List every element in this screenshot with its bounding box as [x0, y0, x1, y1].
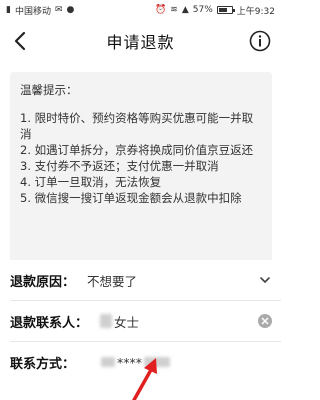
cellular-icon: ▲	[181, 4, 189, 15]
refund-reason-row[interactable]: 退款原因： 不想要了	[0, 260, 281, 300]
blurred-name	[100, 314, 113, 328]
tips-item: 2. 如遇订单拆分，京券将换成同价值京豆返还	[20, 143, 254, 157]
status-left: ▮ 中国移动 ✉ ●	[6, 4, 74, 17]
refund-reason-label: 退款原因：	[10, 274, 76, 290]
battery-percent: 57%	[192, 5, 213, 15]
contact-suffix: 女士	[114, 314, 140, 330]
carrier-label: 中国移动	[14, 6, 51, 17]
tips-box: 温馨提示： 1. 限时特价、预约资格等购买优惠可能一并取消 2. 如遇订单拆分，…	[10, 72, 272, 276]
nav-bar: 申请退款	[0, 20, 281, 62]
refund-reason-value: 不想要了	[87, 273, 138, 289]
info-icon	[249, 30, 271, 52]
back-button[interactable]	[8, 29, 32, 53]
tips-title: 温馨提示：	[20, 83, 78, 97]
tips-item: 1. 限时特价、预约资格等购买优惠可能一并取消	[20, 111, 254, 141]
clear-button[interactable]	[258, 314, 272, 328]
red-arrow-annotation	[132, 358, 157, 400]
signal-icon: ▮	[6, 4, 11, 15]
status-bar: ▮ 中国移动 ✉ ● ⏰ ≋ ▲ 57% 上午9:32	[0, 0, 281, 20]
info-button[interactable]	[249, 30, 271, 52]
tips-item: 3. 支付券不予返还；支付优惠一并取消	[20, 159, 219, 173]
message-icon: ✉	[54, 4, 63, 15]
status-time: 上午9:32	[236, 6, 275, 17]
refund-contact-field[interactable]: 女士	[100, 312, 139, 331]
chat-icon: ●	[66, 4, 75, 15]
tips-item: 5. 微信搜一搜订单返现金额会从退款中扣除	[20, 191, 242, 205]
battery-fill	[218, 8, 227, 12]
contact-phone-label: 联系方式：	[10, 356, 76, 372]
tips-item: 4. 订单一旦取消，无法恢复	[20, 175, 162, 189]
chevron-left-icon	[14, 31, 26, 51]
alarm-icon: ⏰	[155, 4, 167, 15]
wifi-icon: ≋	[170, 4, 178, 15]
refund-contact-label: 退款联系人：	[10, 315, 89, 331]
refund-contact-row: 退款联系人： 女士	[0, 301, 281, 341]
status-right: ⏰ ≋ ▲ 57% 上午9:32	[155, 4, 275, 17]
battery-icon	[216, 6, 235, 14]
close-icon	[261, 317, 269, 325]
chevron-down-icon	[260, 277, 270, 283]
page-title: 申请退款	[106, 33, 175, 52]
blurred-phone-prefix	[101, 357, 116, 367]
